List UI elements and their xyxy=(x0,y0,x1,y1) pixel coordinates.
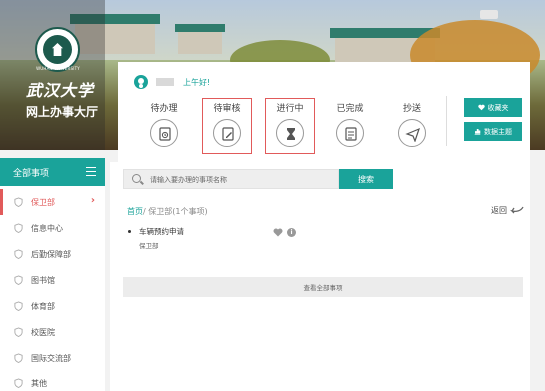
sidebar-item-security[interactable]: 保卫部 › xyxy=(0,189,105,215)
task-department: 保卫部 xyxy=(139,242,159,250)
user-avatar-icon[interactable] xyxy=(134,75,148,89)
shield-icon xyxy=(14,275,23,285)
back-link[interactable]: 返回 xyxy=(491,205,507,216)
clipboard-clock-icon xyxy=(150,119,178,147)
favorites-button[interactable]: 收藏夹 xyxy=(464,98,522,117)
sidebar-item-other[interactable]: 其他 xyxy=(0,370,105,391)
stat-cc[interactable]: 抄送 xyxy=(388,101,436,147)
banner-badge xyxy=(480,10,498,19)
search-input[interactable] xyxy=(150,174,330,185)
sidebar-item-label: 保卫部 xyxy=(31,197,55,207)
checklist-icon xyxy=(336,119,364,147)
search-button[interactable]: 搜索 xyxy=(339,169,393,189)
breadcrumb: 首页/ 保卫部(1个事项) xyxy=(127,206,208,217)
sidebar-item-label: 其他 xyxy=(31,378,47,388)
favorite-heart-icon[interactable] xyxy=(273,228,283,237)
info-icon[interactable]: i xyxy=(287,228,296,237)
stat-label: 待办理 xyxy=(150,104,178,114)
shield-icon xyxy=(14,223,23,233)
hall-title: 网上办事大厅 xyxy=(25,105,98,119)
hamburger-menu-icon[interactable] xyxy=(86,167,96,176)
sidebar-item-library[interactable]: 图书馆 xyxy=(0,267,105,293)
sidebar-item-info-center[interactable]: 信息中心 xyxy=(0,215,105,241)
highlight-box xyxy=(202,98,252,154)
sidebar-item-label: 校医院 xyxy=(31,327,55,337)
stat-label: 抄送 xyxy=(402,104,421,114)
sidebar-item-international[interactable]: 国际交流部 xyxy=(0,345,105,371)
shield-icon xyxy=(14,249,23,259)
sidebar-item-label: 信息中心 xyxy=(31,223,63,233)
view-all-button[interactable]: 查看全部事项 xyxy=(123,277,523,297)
sidebar-item-label: 后勤保障部 xyxy=(31,249,71,259)
paper-plane-icon xyxy=(398,119,426,147)
bar-chart-icon xyxy=(474,129,481,135)
shield-icon xyxy=(14,378,23,388)
favorites-label: 收藏夹 xyxy=(487,103,509,112)
sidebar-item-logistics[interactable]: 后勤保障部 xyxy=(0,241,105,267)
breadcrumb-home-link[interactable]: 首页 xyxy=(127,207,143,216)
sidebar-header-label: 全部事项 xyxy=(13,168,50,179)
vertical-divider xyxy=(446,96,447,146)
sidebar-item-label: 国际交流部 xyxy=(31,353,71,363)
banner-roof xyxy=(175,24,225,32)
data-topic-label: 数据主题 xyxy=(484,127,512,136)
sidebar-item-label: 图书馆 xyxy=(31,275,55,285)
logo-emblem xyxy=(43,35,72,64)
breadcrumb-current: / 保卫部(1个事项) xyxy=(143,207,208,216)
highlight-box xyxy=(265,98,315,154)
search-icon xyxy=(132,174,141,183)
sidebar-item-hospital[interactable]: 校医院 xyxy=(0,319,105,345)
back-arrow-icon[interactable] xyxy=(510,205,524,214)
university-name-en: WUHAN UNIVERSITY xyxy=(36,66,80,71)
shield-icon xyxy=(14,353,23,363)
stat-label: 已完成 xyxy=(336,104,364,114)
heart-icon xyxy=(477,104,485,111)
search-box xyxy=(123,169,339,189)
list-bullet xyxy=(128,230,131,233)
shield-icon xyxy=(14,327,23,337)
data-topic-button[interactable]: 数据主题 xyxy=(464,122,522,141)
brand-panel xyxy=(0,0,105,150)
stat-pending[interactable]: 待办理 xyxy=(140,101,188,147)
sidebar-item-label: 体育部 xyxy=(31,301,55,311)
task-name-link[interactable]: 车辆预约申请 xyxy=(139,226,184,237)
shield-icon xyxy=(14,301,23,311)
shield-icon xyxy=(14,197,23,207)
banner-building xyxy=(178,32,222,54)
stat-completed[interactable]: 已完成 xyxy=(326,101,374,147)
chevron-right-icon: › xyxy=(90,195,95,206)
greeting-text: 上午好! xyxy=(183,78,211,87)
user-name-redacted xyxy=(156,78,174,86)
sidebar-item-sports[interactable]: 体育部 xyxy=(0,293,105,319)
university-calligraphy: 武汉大学 xyxy=(25,81,94,100)
